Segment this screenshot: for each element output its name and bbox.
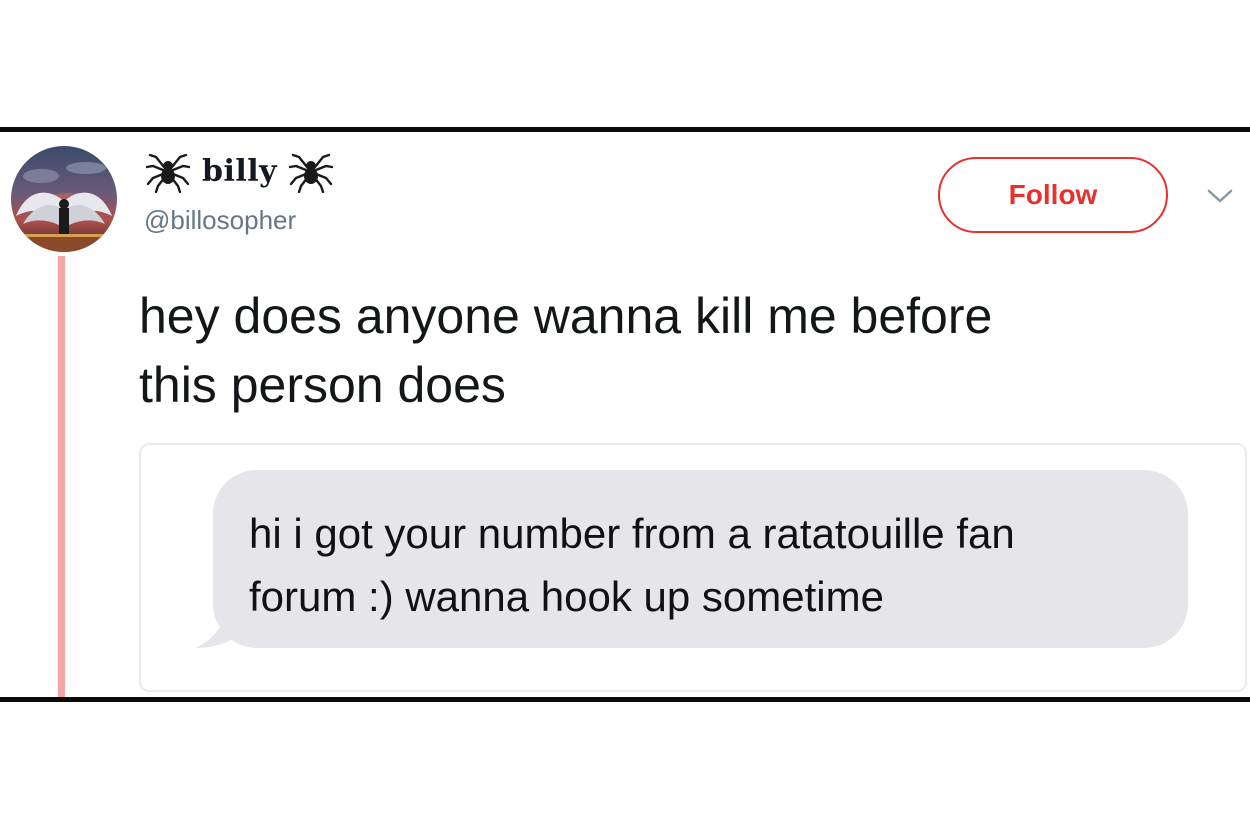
tweet-text-line: hey does anyone wanna kill me before [139, 288, 993, 344]
tweet-text-line: this person does [139, 357, 506, 413]
tweet-card: billy @billosopher Follow hey does anyon… [0, 132, 1250, 697]
tweet-text: hey does anyone wanna kill me before thi… [139, 282, 1219, 420]
avatar-image [11, 146, 117, 252]
thread-line [58, 256, 65, 697]
user-handle[interactable]: @billosopher [144, 205, 296, 236]
message-bubble-group: hi i got your number from a ratatouille … [191, 470, 1191, 670]
message-text-line: hi i got your number from a ratatouille … [249, 510, 1015, 557]
attached-image[interactable]: hi i got your number from a ratatouille … [139, 443, 1247, 692]
follow-button[interactable]: Follow [938, 157, 1168, 233]
chevron-down-icon[interactable] [1206, 186, 1234, 206]
message-bubble: hi i got your number from a ratatouille … [213, 470, 1188, 648]
display-name[interactable]: billy [202, 154, 277, 189]
avatar[interactable] [11, 146, 117, 252]
message-text-line: forum :) wanna hook up sometime [249, 573, 884, 620]
spider-icon [146, 153, 190, 193]
screenshot-frame: billy @billosopher Follow hey does anyon… [0, 0, 1250, 830]
spider-icon [289, 153, 334, 193]
bottom-border [0, 697, 1250, 702]
user-name-row[interactable]: billy [146, 146, 334, 196]
